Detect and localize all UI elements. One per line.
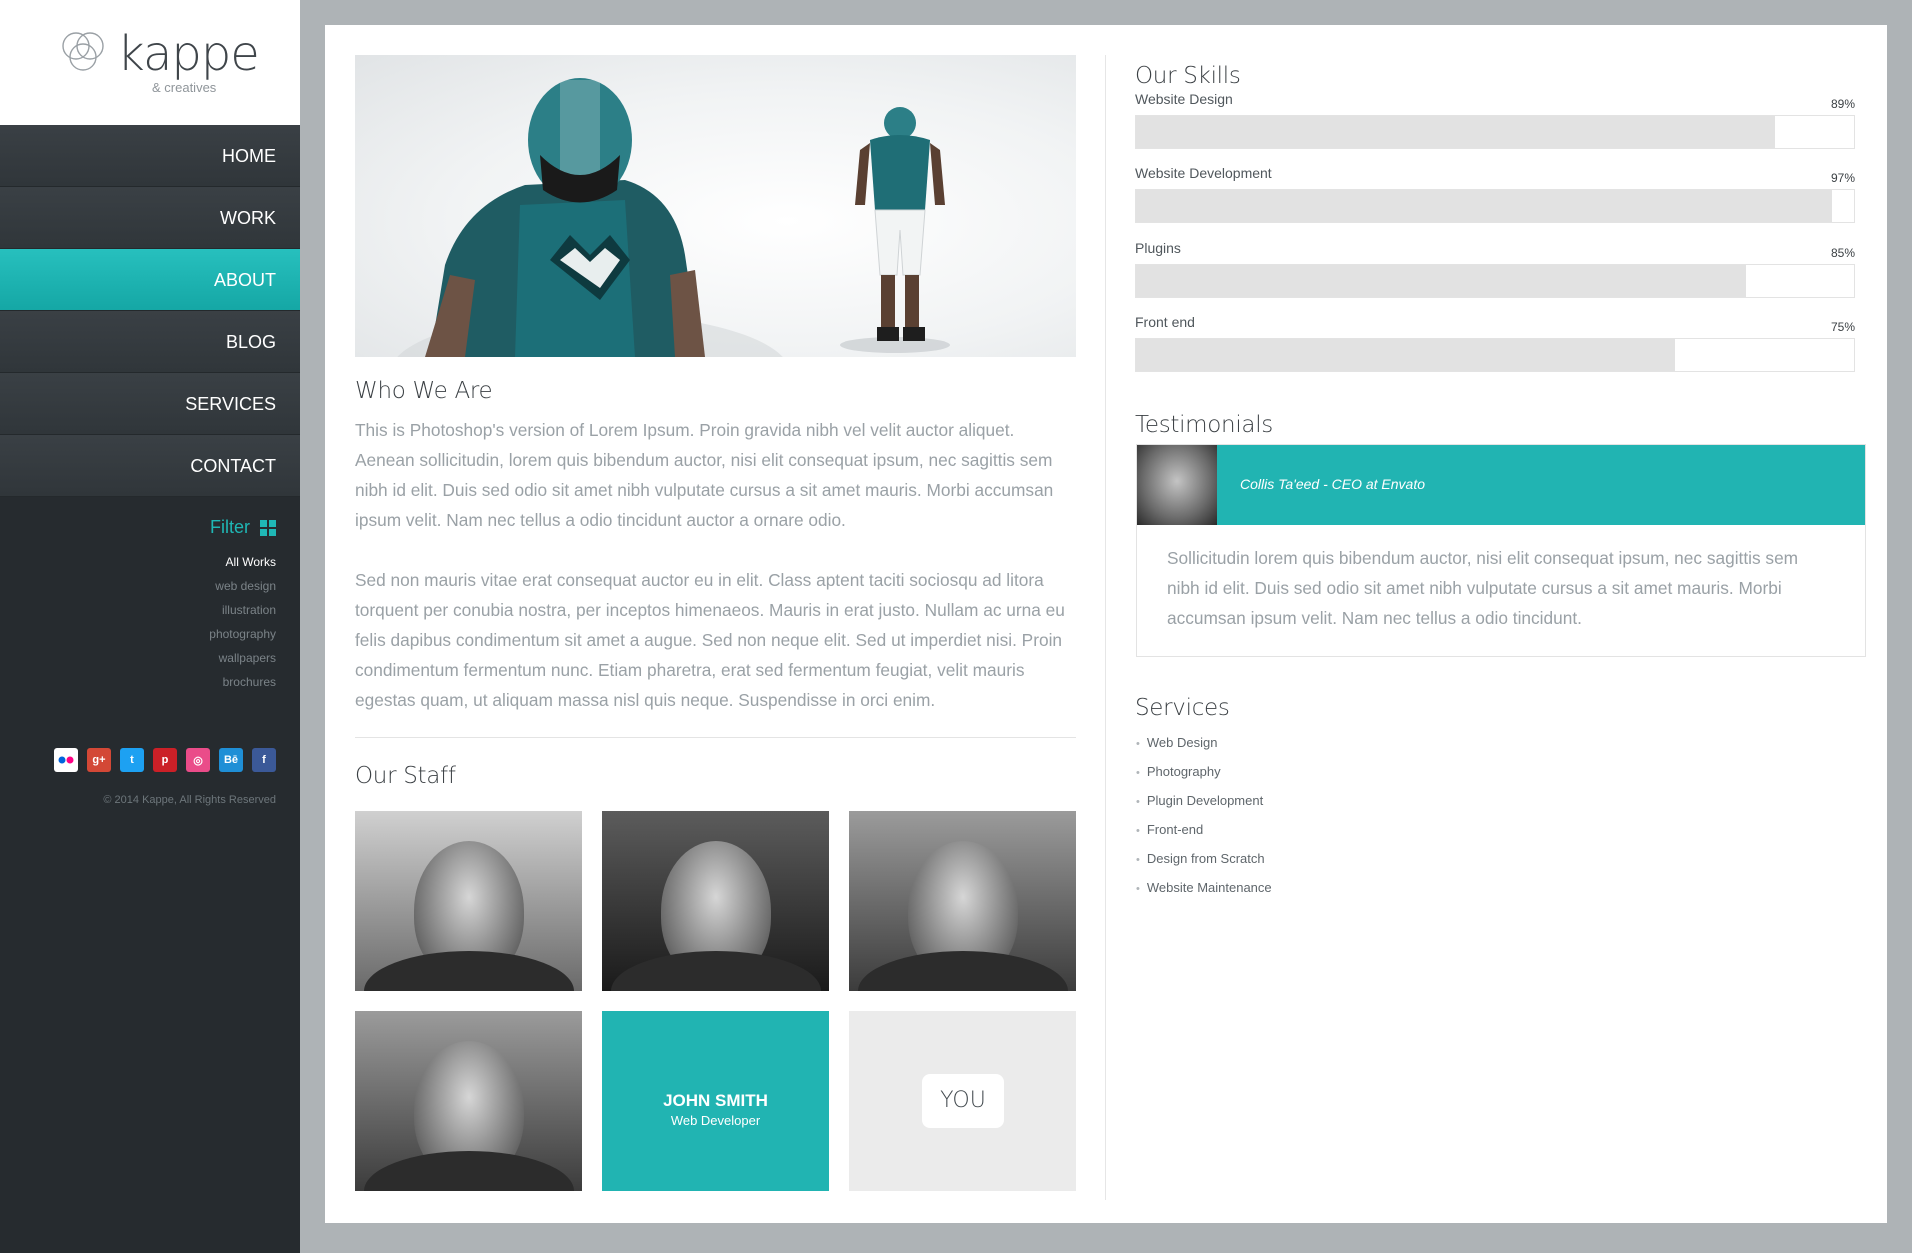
staff-photo[interactable]	[355, 1011, 582, 1191]
logo-mark-icon	[62, 32, 104, 71]
logo[interactable]: kappe & creatives	[0, 0, 300, 125]
service-item[interactable]: Website Maintenance	[1136, 874, 1272, 903]
main-nav: HOME WORK ABOUT BLOG SERVICES CONTACT	[0, 125, 300, 497]
staff-body	[610, 951, 821, 991]
football-players-illustration	[397, 78, 950, 357]
testimonial-author: Collis Ta'eed - CEO at Envato	[1240, 476, 1426, 492]
pinterest-icon[interactable]: p	[153, 748, 177, 772]
skill-label: Website Development	[1135, 165, 1272, 181]
service-item[interactable]: Photography	[1136, 758, 1272, 787]
skill-track	[1135, 264, 1855, 298]
testimonial-quote: Sollicitudin lorem quis bibendum auctor,…	[1167, 548, 1799, 628]
skill-bar: Front end 75%	[1135, 314, 1855, 372]
staff-photo[interactable]	[355, 811, 582, 991]
staff-photo[interactable]	[602, 811, 829, 991]
filter-item-photography[interactable]: photography	[209, 622, 276, 646]
staff-photo[interactable]	[849, 811, 1076, 991]
filter-title: Filter	[210, 517, 250, 537]
service-item[interactable]: Front-end	[1136, 816, 1272, 845]
nav-item-about[interactable]: ABOUT	[0, 249, 300, 311]
who-we-are-title: Who We Are	[355, 378, 493, 404]
social-links: g+ t p ◎ Bē f	[54, 748, 276, 772]
section-divider	[355, 737, 1076, 738]
services-title: Services	[1135, 695, 1230, 721]
you-button[interactable]: YOU	[922, 1074, 1004, 1128]
staff-card-featured[interactable]: JOHN SMITH Web Developer	[602, 1011, 829, 1191]
skill-bar: Website Design 89%	[1135, 91, 1855, 149]
twitter-icon[interactable]: t	[120, 748, 144, 772]
grid-icon	[260, 519, 276, 536]
service-item[interactable]: Web Design	[1136, 729, 1272, 758]
filter-item-brochures[interactable]: brochures	[209, 670, 276, 694]
testimonial-card: Collis Ta'eed - CEO at Envato Sollicitud…	[1136, 444, 1866, 657]
our-skills-title: Our Skills	[1135, 63, 1241, 89]
skill-percent: 75%	[1830, 320, 1855, 334]
skill-fill	[1136, 265, 1747, 297]
join-us-card: YOU	[849, 1011, 1076, 1191]
filter-panel: Filter All Works web design illustration…	[209, 517, 276, 694]
google-plus-icon[interactable]: g+	[87, 748, 111, 772]
brand-name: kappe	[117, 26, 260, 82]
skill-bar: Website Development 97%	[1135, 165, 1855, 223]
skill-percent: 97%	[1830, 171, 1855, 185]
skill-label: Plugins	[1135, 240, 1181, 256]
nav-item-home[interactable]: HOME	[0, 125, 300, 187]
content-panel: Who We Are This is Photoshop's version o…	[325, 25, 1887, 1223]
avatar	[1137, 445, 1217, 525]
facebook-icon[interactable]: f	[252, 748, 276, 772]
flickr-icon[interactable]	[54, 748, 78, 772]
filter-header[interactable]: Filter	[209, 517, 276, 538]
about-paragraph-2: Sed non mauris vitae erat consequat auct…	[355, 570, 1065, 710]
dribbble-icon[interactable]: ◎	[186, 748, 210, 772]
staff-name: JOHN SMITH	[663, 1091, 768, 1110]
nav-item-contact[interactable]: CONTACT	[0, 435, 300, 497]
testimonial-header: Collis Ta'eed - CEO at Envato	[1137, 445, 1865, 525]
testimonials-title: Testimonials	[1135, 412, 1273, 438]
about-paragraph-1: This is Photoshop's version of Lorem Ips…	[355, 420, 1054, 530]
skill-label: Website Design	[1135, 91, 1233, 107]
skill-label: Front end	[1135, 314, 1195, 330]
service-item[interactable]: Design from Scratch	[1136, 845, 1272, 874]
staff-body	[363, 1151, 574, 1191]
sidebar: kappe & creatives HOME WORK ABOUT BLOG S…	[0, 0, 300, 1253]
skill-bar: Plugins 85%	[1135, 240, 1855, 298]
staff-body	[857, 951, 1068, 991]
brand-sub: & creatives	[152, 80, 217, 95]
services-list: Web Design Photography Plugin Developmen…	[1136, 729, 1272, 903]
skill-percent: 89%	[1830, 97, 1855, 111]
column-divider	[1105, 55, 1106, 1200]
filter-list: All Works web design illustration photog…	[209, 550, 276, 694]
skill-fill	[1136, 339, 1675, 371]
skill-track	[1135, 189, 1855, 223]
filter-item-web-design[interactable]: web design	[209, 574, 276, 598]
copyright: © 2014 Kappe, All Rights Reserved	[103, 794, 276, 806]
filter-item-all-works[interactable]: All Works	[209, 550, 276, 574]
nav-item-services[interactable]: SERVICES	[0, 373, 300, 435]
service-item[interactable]: Plugin Development	[1136, 787, 1272, 816]
our-staff-title: Our Staff	[355, 763, 456, 789]
skill-fill	[1136, 116, 1776, 148]
nav-item-blog[interactable]: BLOG	[0, 311, 300, 373]
skill-track	[1135, 338, 1855, 372]
skill-track	[1135, 115, 1855, 149]
staff-body	[363, 951, 574, 991]
staff-role: Web Developer	[670, 1113, 761, 1128]
hero-image	[355, 55, 1076, 357]
filter-item-wallpapers[interactable]: wallpapers	[209, 646, 276, 670]
nav-item-work[interactable]: WORK	[0, 187, 300, 249]
skill-fill	[1136, 190, 1833, 222]
behance-icon[interactable]: Bē	[219, 748, 243, 772]
skill-percent: 85%	[1830, 246, 1855, 260]
filter-item-illustration[interactable]: illustration	[209, 598, 276, 622]
